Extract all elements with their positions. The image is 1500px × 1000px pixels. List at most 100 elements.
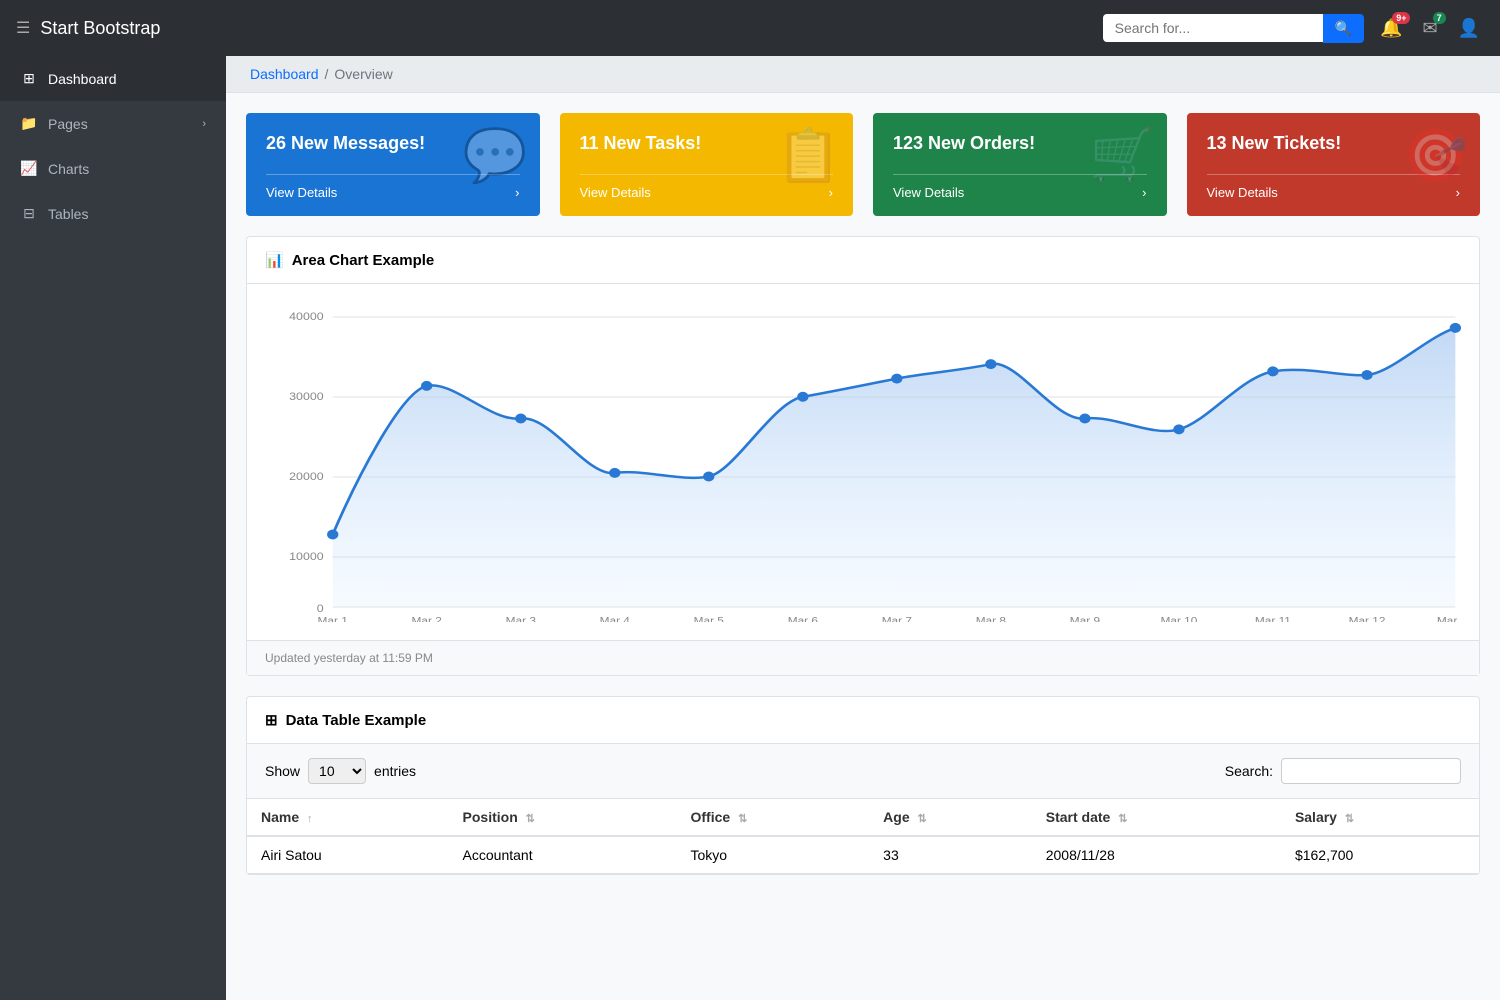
area-chart-header: 📊 Area Chart Example (247, 237, 1479, 284)
brand-name: Start Bootstrap (40, 18, 160, 39)
col-office[interactable]: Office ⇅ (677, 799, 870, 836)
tasks-card-icon: 📋 (776, 125, 841, 186)
show-label: Show (265, 763, 300, 779)
chevron-right-icon: › (202, 118, 206, 130)
card-messages-arrow: › (515, 185, 519, 200)
svg-text:Mar 1: Mar 1 (318, 616, 348, 622)
card-orders-arrow: › (1142, 185, 1146, 200)
hamburger-icon[interactable]: ☰ (16, 18, 30, 38)
col-name[interactable]: Name ↑ (247, 799, 449, 836)
search-bar: 🔍 (1103, 14, 1364, 43)
navbar-right: 🔍 🔔 9+ ✉ 7 👤 (1103, 14, 1484, 43)
datapoint-12 (1450, 323, 1461, 333)
breadcrumb-current: Overview (334, 66, 392, 82)
svg-text:Mar 11: Mar 11 (1255, 616, 1291, 622)
card-tasks-arrow: › (829, 185, 833, 200)
card-orders-link[interactable]: View Details (893, 185, 964, 200)
datapoint-4 (703, 472, 714, 482)
navbar-brand: ☰ Start Bootstrap (16, 18, 160, 39)
tables-icon: ⊟ (20, 205, 38, 222)
breadcrumb: Dashboard / Overview (226, 56, 1500, 93)
datapoint-1 (421, 381, 432, 391)
notifications-badge: 9+ (1392, 12, 1410, 24)
card-messages[interactable]: 💬 26 New Messages! View Details › (246, 113, 540, 216)
breadcrumb-link[interactable]: Dashboard (250, 66, 319, 82)
datapoint-5 (797, 392, 808, 402)
area-chart-section: 📊 Area Chart Example 40000 30000 20000 1… (246, 236, 1480, 676)
datapoint-3 (609, 468, 620, 478)
pages-icon: 📁 (20, 115, 38, 132)
messages-button[interactable]: ✉ 7 (1418, 14, 1441, 43)
table-search: Search: (1225, 758, 1461, 784)
table-row: Airi Satou Accountant Tokyo 33 2008/11/2… (247, 836, 1479, 874)
search-label: Search: (1225, 763, 1273, 779)
svg-text:0: 0 (317, 603, 324, 615)
user-button[interactable]: 👤 (1454, 14, 1484, 43)
search-button[interactable]: 🔍 (1323, 14, 1364, 43)
card-messages-link[interactable]: View Details (266, 185, 337, 200)
messages-badge: 7 (1433, 12, 1446, 24)
cell-startdate: 2008/11/28 (1032, 836, 1281, 874)
sidebar-item-charts[interactable]: 📈 Charts (0, 146, 226, 191)
sort-icon-salary: ⇅ (1345, 813, 1354, 825)
card-tasks[interactable]: 📋 11 New Tasks! View Details › (560, 113, 854, 216)
sort-icon-age: ⇅ (918, 813, 927, 825)
area-chart-body: 40000 30000 20000 10000 0 (247, 284, 1479, 640)
orders-card-icon: 🛒 (1090, 125, 1155, 186)
cell-office: Tokyo (677, 836, 870, 874)
card-tickets-arrow: › (1456, 185, 1460, 200)
sort-icon-startdate: ⇅ (1118, 813, 1127, 825)
card-tickets-link[interactable]: View Details (1207, 185, 1278, 200)
table-title-icon: ⊞ (265, 711, 278, 729)
col-startdate[interactable]: Start date ⇅ (1032, 799, 1281, 836)
svg-text:Mar 3: Mar 3 (506, 616, 536, 622)
area-chart-svg: 40000 30000 20000 10000 0 (265, 302, 1461, 622)
datapoint-6 (891, 374, 902, 384)
area-chart-footer: Updated yesterday at 11:59 PM (247, 640, 1479, 675)
main-layout: ⊞ Dashboard 📁 Pages › 📈 Charts ⊟ Tables … (0, 56, 1500, 1000)
sidebar-item-tables[interactable]: ⊟ Tables (0, 191, 226, 236)
notifications-button[interactable]: 🔔 9+ (1376, 14, 1406, 43)
card-orders[interactable]: 🛒 123 New Orders! View Details › (873, 113, 1167, 216)
sidebar-label-dashboard: Dashboard (48, 71, 117, 87)
sort-icon-office: ⇅ (738, 813, 747, 825)
col-salary[interactable]: Salary ⇅ (1281, 799, 1479, 836)
messages-card-icon: 💬 (463, 125, 528, 186)
col-age[interactable]: Age ⇅ (869, 799, 1032, 836)
sidebar-label-charts: Charts (48, 161, 89, 177)
dashboard-icon: ⊞ (20, 70, 38, 87)
col-position[interactable]: Position ⇅ (449, 799, 677, 836)
svg-text:Mar 8: Mar 8 (976, 616, 1006, 622)
card-tasks-link[interactable]: View Details (580, 185, 651, 200)
entries-select[interactable]: 10 25 50 100 (308, 758, 366, 784)
entries-label: entries (374, 763, 416, 779)
table-search-input[interactable] (1281, 758, 1461, 784)
datapoint-9 (1173, 424, 1184, 434)
breadcrumb-separator: / (325, 66, 329, 82)
cell-age: 33 (869, 836, 1032, 874)
chart-container: 40000 30000 20000 10000 0 (265, 302, 1461, 622)
svg-text:10000: 10000 (289, 551, 324, 563)
data-table-title: Data Table Example (286, 712, 427, 729)
sidebar-item-pages[interactable]: 📁 Pages › (0, 101, 226, 146)
area-chart-title-icon: 📊 (265, 251, 284, 269)
svg-text:Mar 12: Mar 12 (1349, 616, 1386, 622)
svg-text:20000: 20000 (289, 471, 324, 483)
show-entries: Show 10 25 50 100 entries (265, 758, 416, 784)
svg-text:Mar 7: Mar 7 (882, 616, 912, 622)
cards-row: 💬 26 New Messages! View Details › 📋 11 N… (226, 93, 1500, 236)
svg-text:40000: 40000 (289, 311, 324, 323)
svg-text:Mar 5: Mar 5 (694, 616, 724, 622)
svg-text:Mar 6: Mar 6 (788, 616, 818, 622)
charts-icon: 📈 (20, 160, 38, 177)
datapoint-11 (1361, 370, 1372, 380)
navbar: ☰ Start Bootstrap 🔍 🔔 9+ ✉ 7 👤 (0, 0, 1500, 56)
data-table-header: ⊞ Data Table Example (247, 697, 1479, 744)
cell-salary: $162,700 (1281, 836, 1479, 874)
svg-text:Mar 10: Mar 10 (1160, 616, 1197, 622)
card-tickets[interactable]: 🎯 13 New Tickets! View Details › (1187, 113, 1481, 216)
sidebar-item-dashboard[interactable]: ⊞ Dashboard (0, 56, 226, 101)
search-input[interactable] (1103, 14, 1323, 42)
datapoint-0 (327, 530, 338, 540)
svg-text:Mar 4: Mar 4 (600, 616, 630, 622)
